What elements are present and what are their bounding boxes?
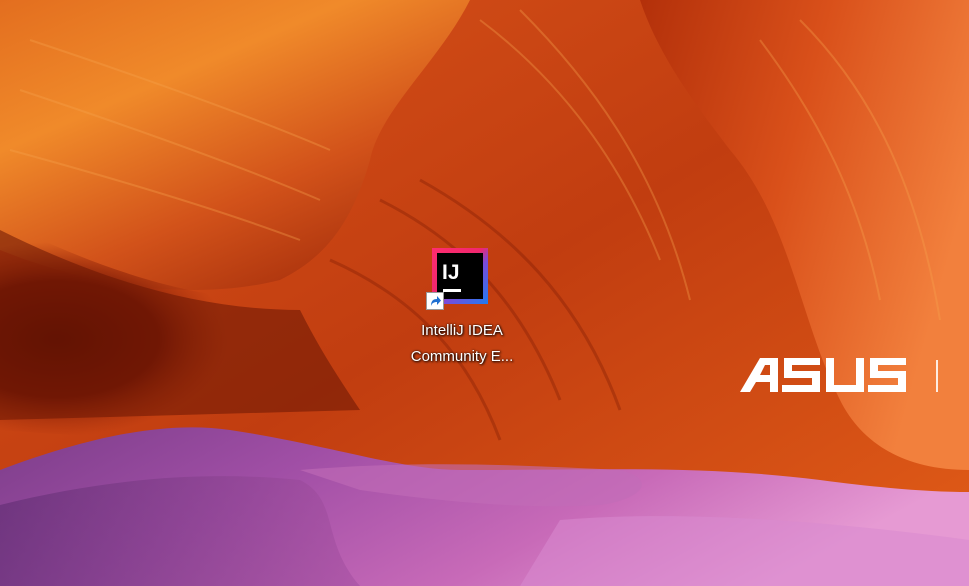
asus-logo	[740, 358, 906, 392]
desktop-icon-label-line2: Community E...	[410, 348, 514, 365]
desktop-icon-label-line1: IntelliJ IDEA	[421, 322, 503, 339]
desktop-icon-intellij-idea[interactable]: IJ IntelliJ IDEA Community E...	[398, 240, 526, 368]
shortcut-arrow-icon	[426, 292, 444, 310]
desktop-icon-label: IntelliJ IDEA Community E...	[398, 318, 526, 370]
brand-divider	[936, 360, 938, 392]
desktop[interactable]: IJ IntelliJ IDEA Community E...	[0, 0, 969, 586]
intellij-glyph: IJ	[442, 261, 460, 284]
intellij-idea-icon: IJ	[426, 244, 492, 310]
